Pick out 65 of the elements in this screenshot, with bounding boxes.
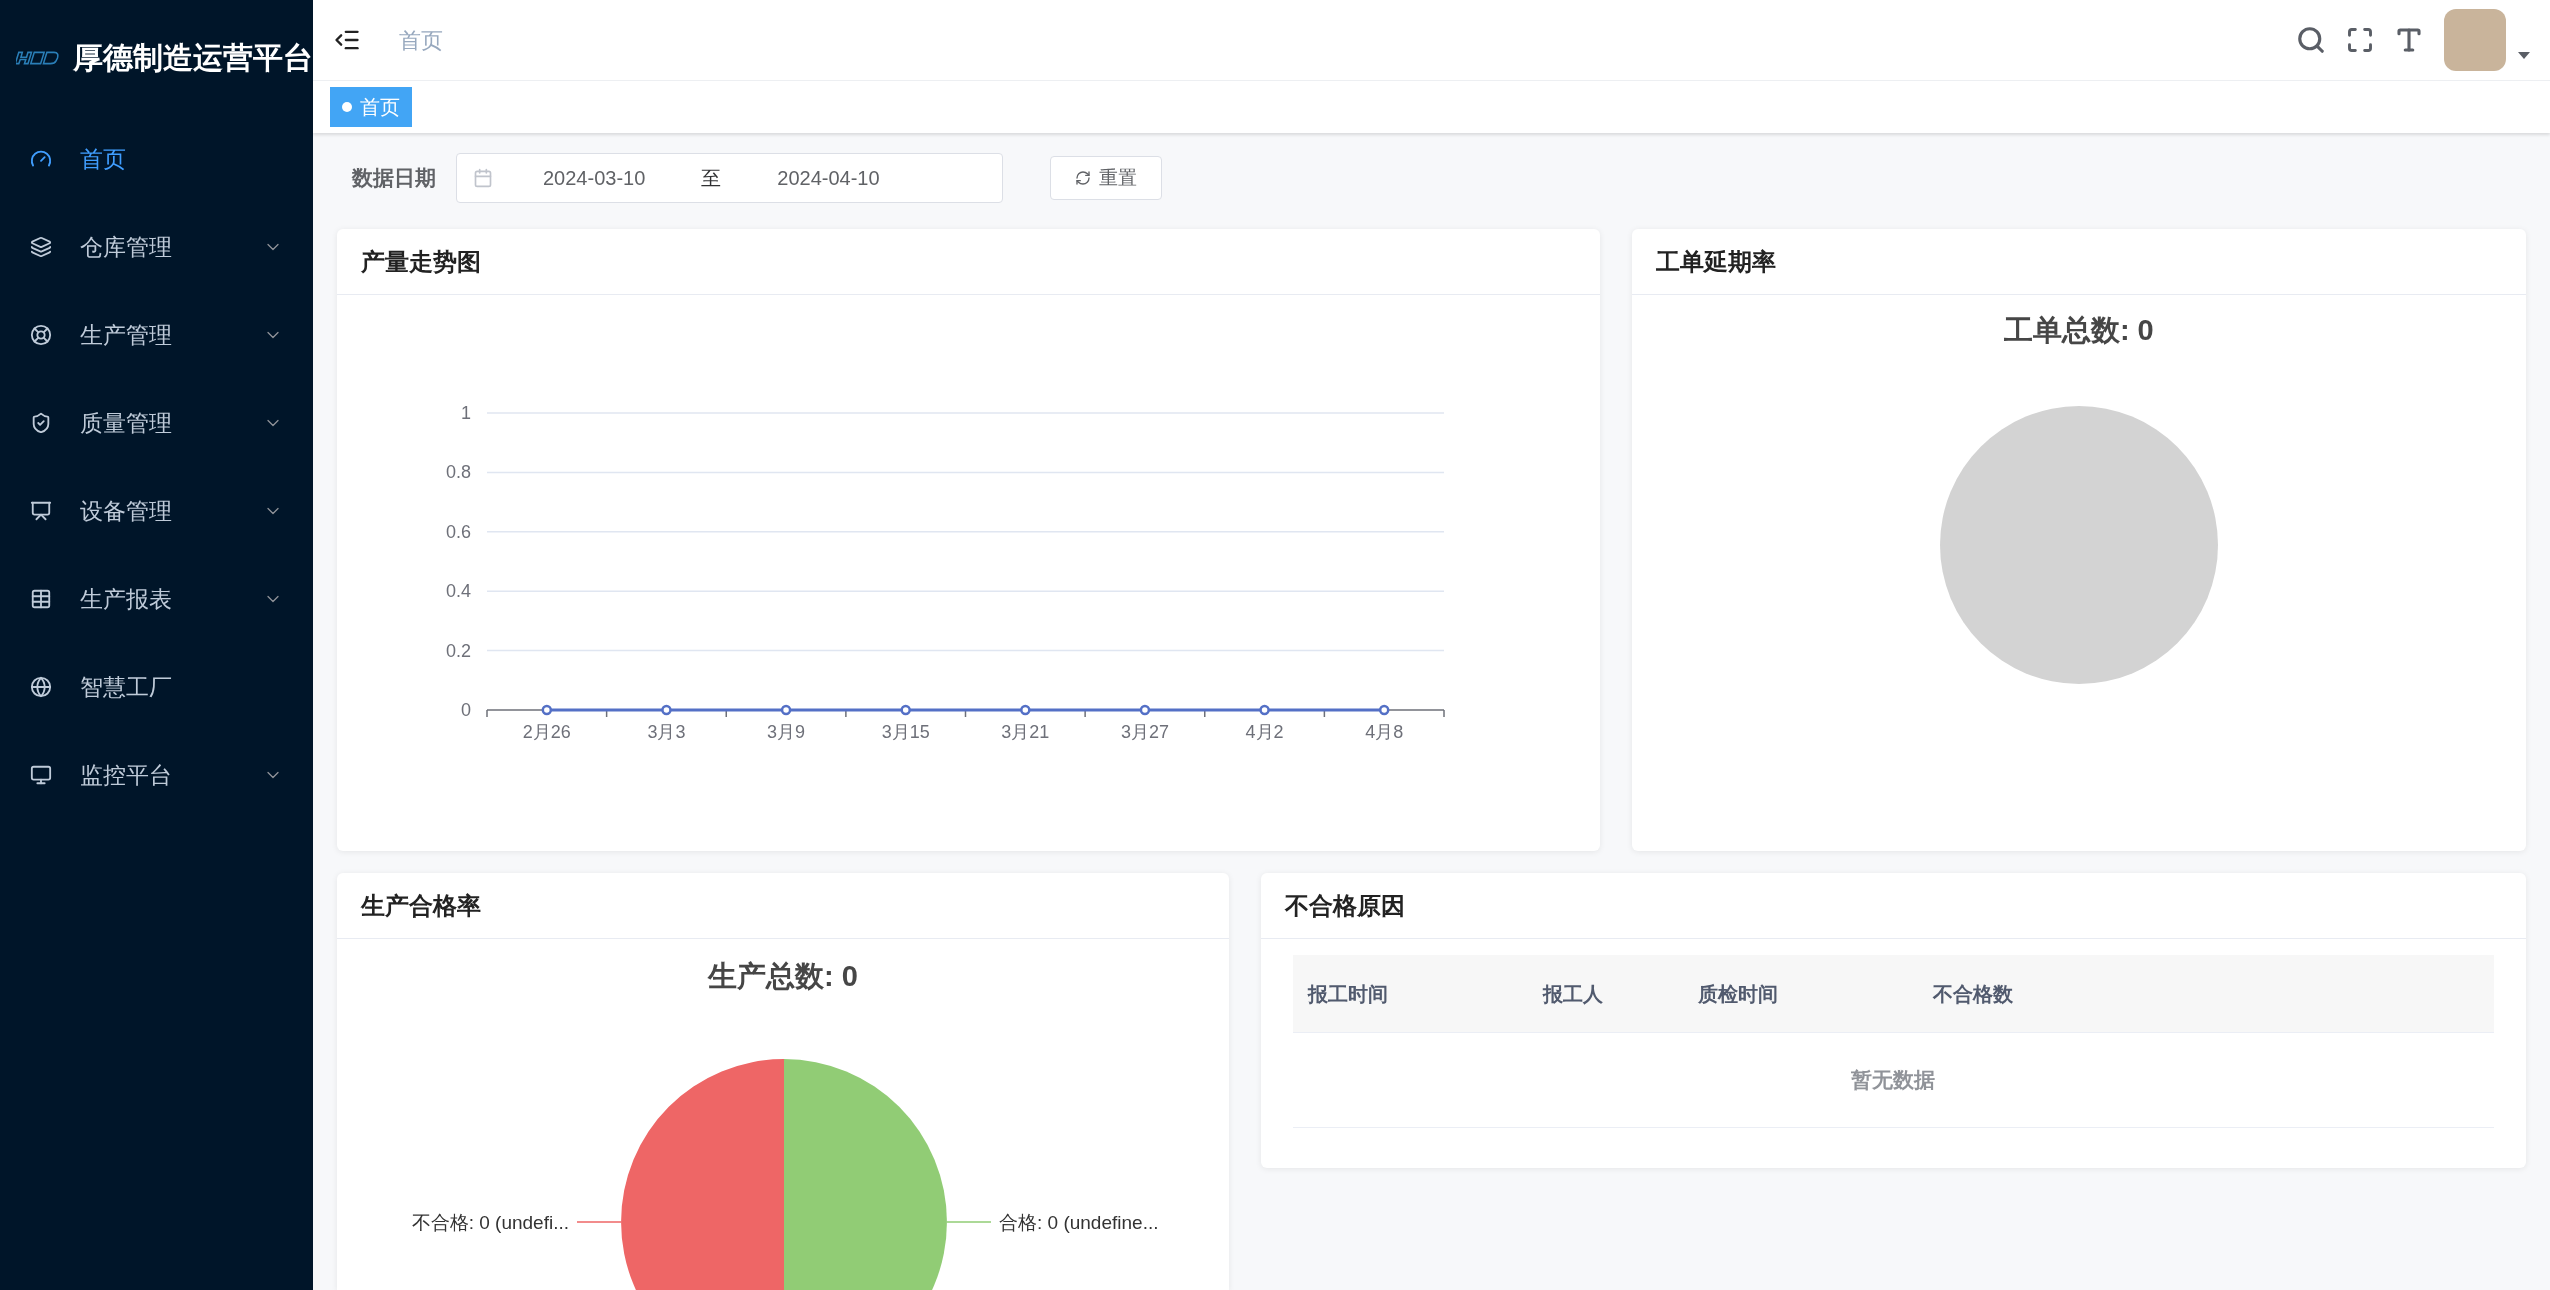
card-title: 产量走势图 — [361, 246, 481, 277]
data-point — [661, 704, 672, 716]
app-title: 厚德制造运营平台 — [73, 40, 313, 76]
caret-down-icon[interactable] — [2518, 52, 2530, 60]
presentation-chart-icon — [30, 500, 52, 522]
slice-label: 不合格: 0 (undefi... — [411, 1211, 569, 1233]
slice-label: 合格: 0 (undefine... — [998, 1211, 1159, 1233]
column-header: 报工人 — [1541, 981, 1604, 1007]
data-point — [780, 704, 792, 716]
total-count-title: 工单总数: 0 — [2003, 313, 2154, 348]
sidebar-menu-item[interactable]: 质量管理 — [0, 379, 313, 467]
x-tick-label: 3月3 — [647, 722, 686, 742]
column-header: 质检时间 — [1696, 981, 1779, 1007]
range-separator: 至 — [701, 166, 722, 191]
data-point — [900, 704, 911, 716]
card-title: 生产合格率 — [361, 890, 481, 921]
total-count-title: 生产总数: 0 — [707, 959, 858, 994]
x-tick-label: 4月2 — [1245, 722, 1284, 742]
lifebuoy-icon — [30, 324, 52, 346]
empty-state-text: 暂无数据 — [1851, 1067, 1936, 1094]
sidebar-menu-item[interactable]: 智慧工厂 — [0, 643, 313, 731]
fullscreen-icon[interactable] — [2346, 26, 2374, 54]
card-title: 不合格原因 — [1284, 890, 1405, 921]
leader-line — [576, 1220, 622, 1223]
column-header: 不合格数 — [1931, 981, 2014, 1007]
leader-line — [946, 1220, 992, 1223]
table-icon — [30, 588, 52, 610]
reset-button[interactable]: 重置 — [1050, 156, 1162, 200]
filter-label: 数据日期 — [352, 165, 436, 192]
data-point — [1139, 704, 1151, 716]
date-range-field[interactable]: 2024-03-10 至 2024-04-10 — [456, 153, 1003, 203]
monitor-icon — [30, 764, 52, 786]
layers-icon — [30, 236, 52, 258]
end-date-value: 2024-04-10 — [777, 166, 880, 191]
x-tick-label: 3月27 — [1120, 722, 1169, 742]
sidebar-menu-item[interactable]: 首页 — [0, 115, 313, 203]
shield-check-icon — [30, 412, 52, 434]
sidebar-menu-item[interactable]: 生产管理 — [0, 291, 313, 379]
sidebar-menu-item[interactable]: 监控平台 — [0, 731, 313, 819]
y-tick-label: 0.8 — [445, 462, 471, 483]
x-tick-label: 4月8 — [1365, 722, 1404, 742]
sidebar-menu-item[interactable]: 设备管理 — [0, 467, 313, 555]
data-point — [1259, 704, 1270, 716]
x-tick-label: 2月26 — [522, 722, 571, 742]
start-date-value: 2024-03-10 — [543, 166, 646, 191]
y-tick-label: 1 — [461, 403, 471, 423]
search-icon[interactable] — [2296, 25, 2326, 55]
column-header: 报工时间 — [1306, 981, 1389, 1007]
x-tick-label: 3月21 — [1001, 722, 1050, 742]
y-tick-label: 0.4 — [445, 581, 471, 602]
sidebar-menu-item[interactable]: 仓库管理 — [0, 203, 313, 291]
y-tick-label: 0 — [461, 700, 471, 720]
y-tick-label: 0.6 — [445, 521, 471, 542]
data-point — [1378, 704, 1390, 716]
data-point — [541, 704, 553, 716]
sidebar-menu-item[interactable]: 生产报表 — [0, 555, 313, 643]
globe-icon — [30, 676, 52, 698]
y-tick-label: 0.2 — [445, 640, 471, 661]
x-tick-label: 3月15 — [881, 722, 930, 742]
calendar-icon — [473, 168, 493, 188]
card-title: 工单延期率 — [1655, 246, 1776, 277]
font-size-icon[interactable] — [2394, 25, 2424, 55]
x-tick-label: 3月9 — [767, 722, 806, 742]
refresh-icon — [1075, 170, 1091, 186]
data-point — [1020, 704, 1031, 716]
